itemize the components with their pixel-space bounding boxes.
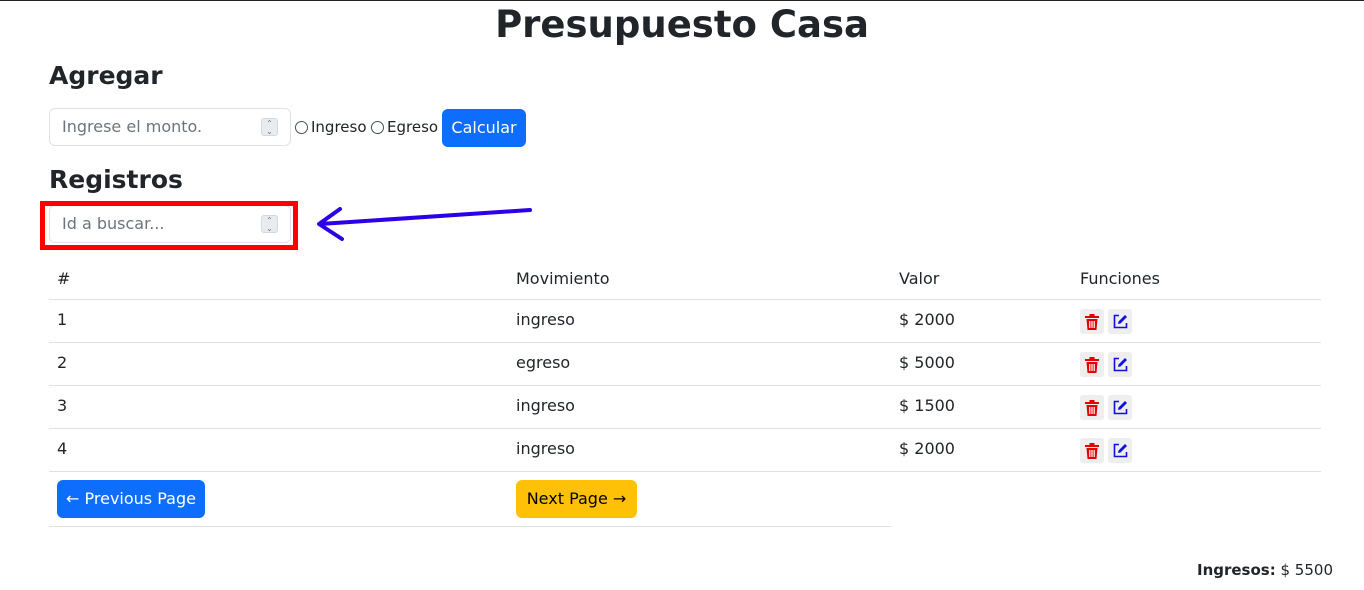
row-divider xyxy=(49,471,1321,472)
delete-button[interactable] xyxy=(1080,395,1104,420)
ingresos-value: $ 5500 xyxy=(1280,561,1334,579)
trash-icon xyxy=(1085,399,1099,416)
amount-input[interactable]: Ingrese el monto. ⌃ ⌄ xyxy=(49,108,291,146)
radio-egreso-label: Egreso xyxy=(387,118,439,136)
row-divider xyxy=(49,428,1321,429)
edit-icon xyxy=(1113,443,1127,458)
next-page-button[interactable]: Next Page → xyxy=(516,480,637,518)
cell-movimiento: egreso xyxy=(516,353,571,372)
edit-button[interactable] xyxy=(1108,438,1132,463)
cell-id: 2 xyxy=(57,353,68,372)
radio-egreso-circle[interactable] xyxy=(371,120,384,134)
edit-icon xyxy=(1113,314,1127,329)
arrow-annotation-icon xyxy=(317,207,532,241)
trash-icon xyxy=(1085,356,1099,373)
page-title: Presupuesto Casa xyxy=(495,3,869,46)
edit-icon xyxy=(1113,400,1127,415)
cell-valor: $ 2000 xyxy=(899,310,955,329)
cell-movimiento: ingreso xyxy=(516,396,575,415)
delete-button[interactable] xyxy=(1080,438,1104,463)
column-header-movimiento: Movimiento xyxy=(516,269,610,288)
pagination-divider xyxy=(49,526,891,527)
calcular-button[interactable]: Calcular xyxy=(442,109,526,147)
previous-page-button[interactable]: ← Previous Page xyxy=(57,480,205,518)
highlight-annotation-box xyxy=(40,201,298,250)
row-divider xyxy=(49,385,1321,386)
edit-icon xyxy=(1113,357,1127,372)
totals-ingresos: Ingresos: $ 5500 xyxy=(1197,560,1333,580)
cell-valor: $ 1500 xyxy=(899,396,955,415)
agregar-heading: Agregar xyxy=(49,61,163,90)
column-header-funciones: Funciones xyxy=(1080,269,1160,288)
radio-ingreso-label: Ingreso xyxy=(311,118,367,136)
cell-valor: $ 2000 xyxy=(899,439,955,458)
spinner-icon[interactable]: ⌃ ⌄ xyxy=(261,118,278,136)
edit-button[interactable] xyxy=(1108,309,1132,334)
cell-id: 4 xyxy=(57,439,68,458)
radio-ingreso[interactable]: Ingreso xyxy=(295,117,367,137)
row-divider xyxy=(49,342,1321,343)
amount-placeholder: Ingrese el monto. xyxy=(62,117,203,136)
trash-icon xyxy=(1085,442,1099,459)
cell-valor: $ 5000 xyxy=(899,353,955,372)
edit-button[interactable] xyxy=(1108,395,1132,420)
radio-ingreso-circle[interactable] xyxy=(295,120,308,134)
radio-egreso[interactable]: Egreso xyxy=(371,117,438,137)
cell-movimiento: ingreso xyxy=(516,310,575,329)
delete-button[interactable] xyxy=(1080,352,1104,377)
cell-movimiento: ingreso xyxy=(516,439,575,458)
trash-icon xyxy=(1085,313,1099,330)
registros-heading: Registros xyxy=(49,165,183,194)
cell-id: 1 xyxy=(57,310,68,329)
ingresos-label: Ingresos: xyxy=(1196,561,1276,579)
edit-button[interactable] xyxy=(1108,352,1132,377)
cell-id: 3 xyxy=(57,396,68,415)
column-header-id: # xyxy=(57,269,71,288)
column-header-valor: Valor xyxy=(899,269,940,288)
header-divider xyxy=(49,299,1321,300)
delete-button[interactable] xyxy=(1080,309,1104,334)
